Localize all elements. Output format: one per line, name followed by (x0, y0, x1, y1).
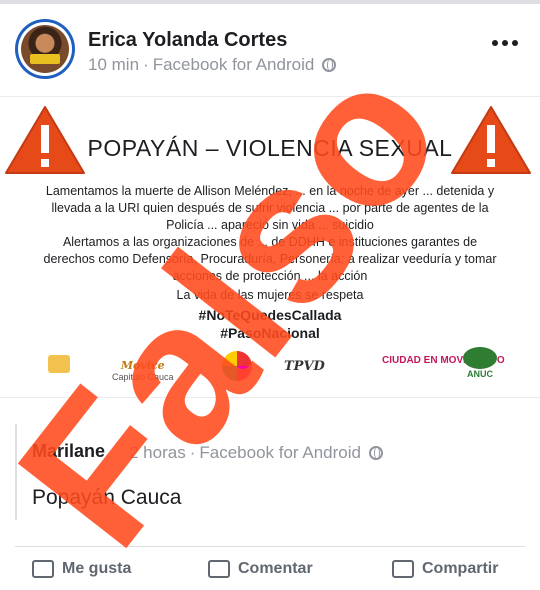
actions-divider (15, 546, 525, 547)
share-button[interactable]: Compartir (392, 560, 498, 578)
foundation-logo (222, 351, 252, 381)
comment-icon (208, 560, 230, 578)
meta-separator: · (143, 55, 149, 74)
avatar-badge (30, 54, 60, 64)
top-divider (0, 0, 540, 4)
movice-logo-subtitle: Capitulo Cauca (112, 372, 174, 382)
avatar-image (21, 25, 69, 73)
flyer-closing: La vida de las mujeres se respeta (176, 288, 364, 302)
shared-author[interactable]: Marilane (32, 441, 105, 462)
shared-text: Popayán Cauca (32, 486, 182, 509)
shared-source: Facebook for Android (199, 443, 361, 462)
more-options-icon[interactable] (492, 40, 522, 48)
share-label: Compartir (422, 560, 499, 577)
movice-logo: Movice Capitulo Cauca (112, 359, 174, 382)
avatar[interactable] (15, 19, 75, 79)
post-meta: 10 min · Facebook for Android (88, 55, 337, 75)
like-button[interactable]: Me gusta (32, 560, 131, 578)
comment-button[interactable]: Comentar (208, 560, 313, 578)
post-author[interactable]: Erica Yolanda Cortes (88, 29, 287, 52)
flyer-paragraph-1: Lamentamos la muerte de Allison Meléndez… (45, 184, 495, 232)
post-image[interactable]: POPAYÁN – VIOLENCIA SEXUAL Lamentamos la… (0, 96, 540, 398)
movice-logo-text: Movice (120, 359, 165, 372)
thumbs-up-icon (32, 560, 54, 578)
tpvd-logo: TPVD (284, 359, 325, 374)
comment-label: Comentar (238, 560, 313, 577)
shared-time[interactable]: 2 horas (129, 443, 186, 463)
meta-separator: · (189, 443, 196, 462)
anuc-logo: ANUC (460, 347, 500, 381)
anuc-logo-emblem (463, 347, 497, 369)
post-source: Facebook for Android (152, 55, 315, 74)
globe-icon (368, 446, 383, 460)
organization-logo (48, 355, 70, 373)
flyer-hashtag-2: #PasoNacional (220, 325, 320, 341)
anuc-logo-text: ANUC (467, 369, 493, 379)
globe-icon (322, 58, 337, 72)
share-icon (392, 560, 414, 578)
flyer-paragraph-2: Alertamos a las organizaciones de ... de… (43, 235, 497, 283)
avatar-photo (18, 22, 72, 76)
action-bar: Me gusta Comentar Compartir (0, 560, 540, 590)
post-time[interactable]: 10 min (88, 55, 139, 75)
shared-post[interactable]: Marilane 2 horas · Facebook for Android … (15, 424, 527, 520)
flyer-hashtag-1: #NoTeQuedesCallada (198, 307, 342, 323)
shared-meta: 2 horas · Facebook for Android (129, 443, 383, 463)
flyer-title: POPAYÁN – VIOLENCIA SEXUAL (87, 135, 453, 161)
like-label: Me gusta (62, 560, 132, 577)
